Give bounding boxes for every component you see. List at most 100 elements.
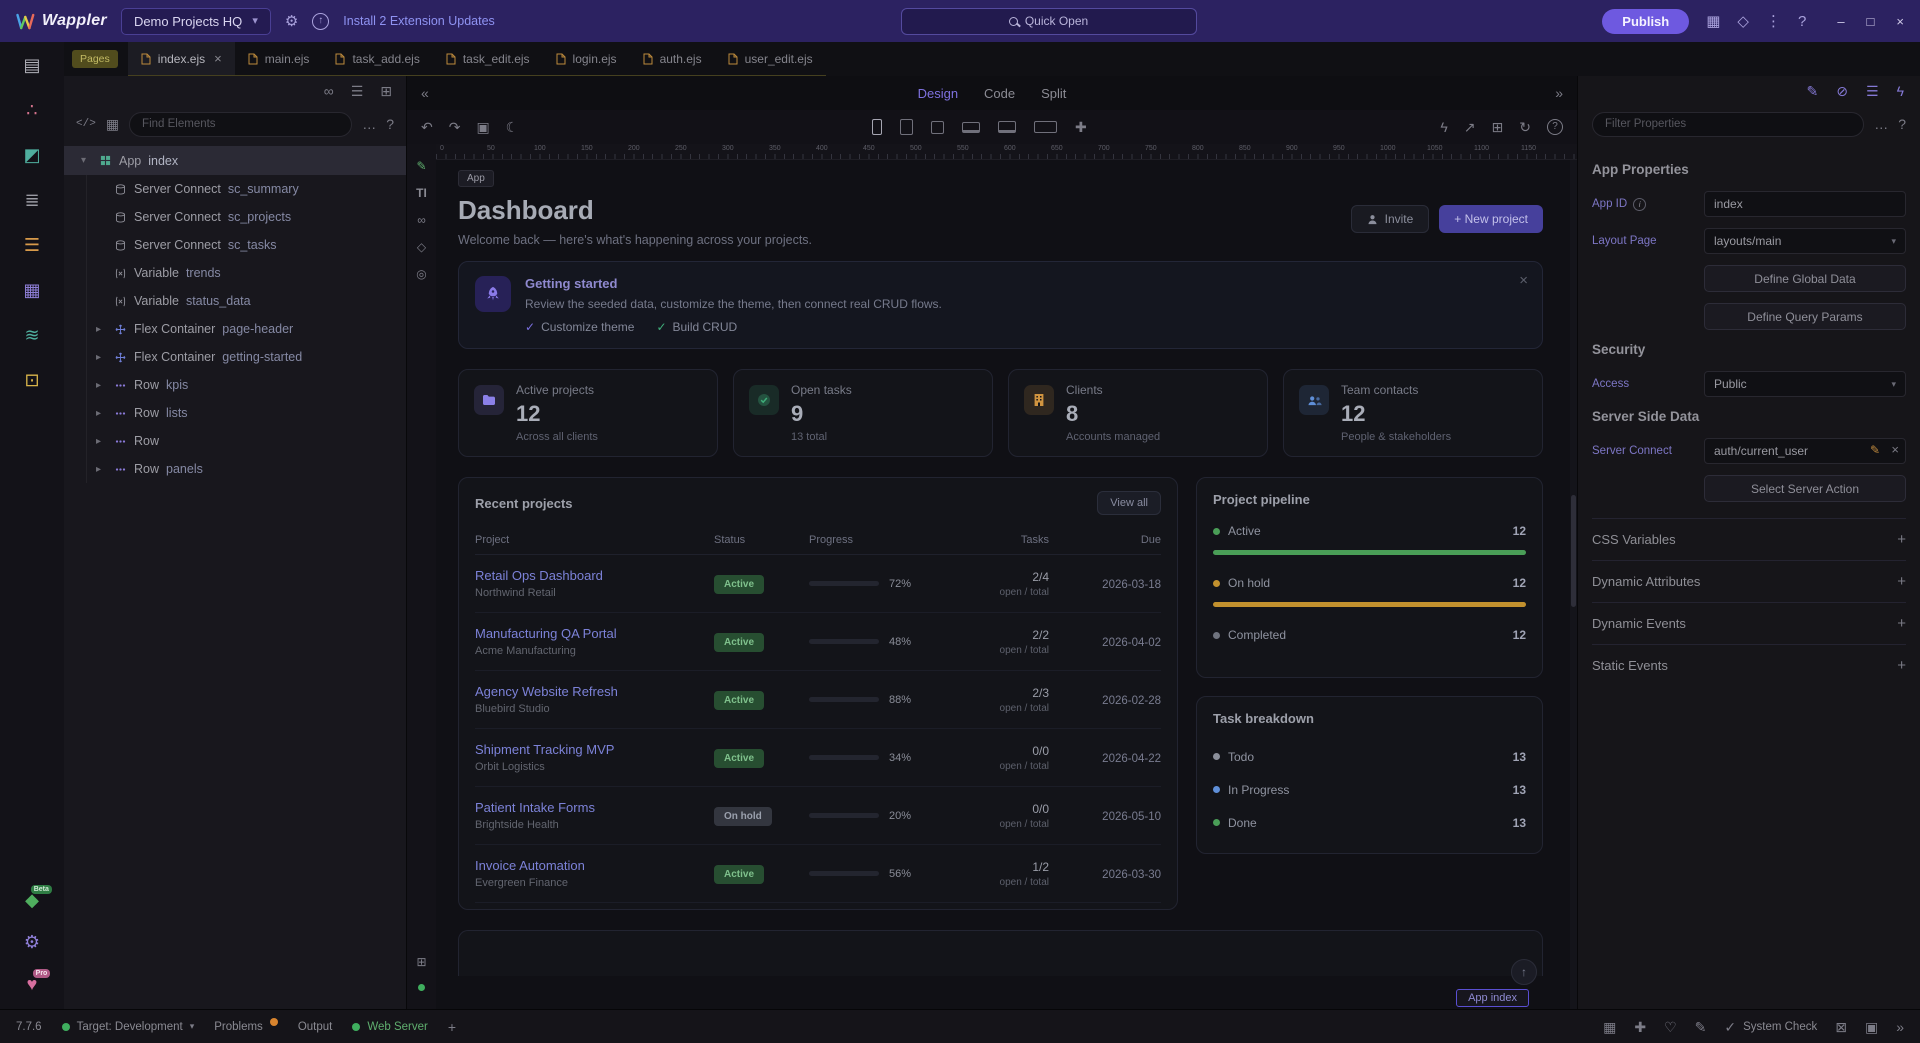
- close-button[interactable]: ×: [1896, 15, 1904, 28]
- quick-open-button[interactable]: Quick Open: [901, 8, 1197, 35]
- layout-columns-icon[interactable]: ▦: [1706, 14, 1720, 29]
- add-panel-icon[interactable]: +: [448, 1020, 456, 1034]
- open-browser-icon[interactable]: ↗: [1464, 120, 1476, 134]
- clean-icon[interactable]: ⊠: [1835, 1020, 1847, 1034]
- style-tool-icon[interactable]: ◇: [417, 241, 426, 253]
- link-tool-icon[interactable]: ∞: [417, 214, 426, 226]
- layers-icon[interactable]: ≋: [24, 326, 39, 344]
- settings-gear-icon[interactable]: ⚙: [285, 14, 298, 29]
- tree-item[interactable]: Server Connect sc_summary: [87, 175, 406, 203]
- chevron-down-icon[interactable]: ▾: [76, 155, 91, 166]
- preferences-icon[interactable]: ⚙: [24, 933, 40, 951]
- layout-page-select[interactable]: layouts/main ▾: [1704, 228, 1906, 254]
- components-icon[interactable]: ◩: [23, 146, 40, 164]
- project-selector[interactable]: Demo Projects HQ ▾: [121, 8, 271, 35]
- git-icon[interactable]: ∴: [26, 101, 37, 119]
- device-phone-icon[interactable]: [872, 119, 882, 135]
- device-laptop-icon[interactable]: [962, 122, 980, 133]
- tab-design[interactable]: Design: [918, 86, 958, 101]
- editor-tab[interactable]: task_add.ejs ×: [322, 42, 432, 75]
- project-row[interactable]: Agency Website Refresh Bluebird Studio A…: [475, 671, 1161, 729]
- filter-properties-input[interactable]: [1592, 112, 1864, 137]
- expand-statusbar-icon[interactable]: »: [1896, 1020, 1904, 1034]
- add-icon[interactable]: +: [1897, 573, 1906, 590]
- property-section-row[interactable]: Dynamic Attributes +: [1592, 560, 1906, 602]
- tree-item[interactable]: ▸ Row kpis: [87, 371, 406, 399]
- refresh-icon[interactable]: ↻: [1519, 120, 1531, 134]
- dynamic-data-icon[interactable]: ϟ: [1440, 120, 1447, 134]
- view-all-button[interactable]: View all: [1097, 491, 1161, 515]
- install-updates-link[interactable]: Install 2 Extension Updates: [343, 14, 494, 28]
- grid-view-icon[interactable]: ⊞: [380, 84, 392, 98]
- select-server-action-button[interactable]: Select Server Action: [1704, 475, 1906, 502]
- more-menu-icon[interactable]: ⋮: [1766, 14, 1781, 29]
- edit-action-icon[interactable]: ✎: [1870, 444, 1880, 456]
- project-row[interactable]: Patient Intake Forms Brightside Health O…: [475, 787, 1161, 845]
- add-icon[interactable]: +: [1897, 615, 1906, 632]
- editor-tab[interactable]: login.ejs ×: [543, 42, 630, 75]
- editor-tab[interactable]: auth.ejs ×: [630, 42, 715, 75]
- info-icon[interactable]: i: [1633, 198, 1646, 211]
- scroll-top-button[interactable]: ↑: [1511, 959, 1537, 985]
- list-view-icon[interactable]: ☰: [351, 84, 364, 98]
- table-view-icon[interactable]: ▦: [106, 117, 119, 131]
- props-help-icon[interactable]: ?: [1898, 117, 1906, 131]
- define-query-params-button[interactable]: Define Query Params: [1704, 303, 1906, 330]
- dark-mode-icon[interactable]: ☾: [506, 120, 519, 134]
- beta-feature-icon[interactable]: ◆ Beta: [25, 891, 39, 909]
- redo-icon[interactable]: ↷: [449, 120, 461, 134]
- app-id-input[interactable]: [1704, 191, 1906, 217]
- minimize-button[interactable]: –: [1837, 15, 1844, 28]
- project-row[interactable]: Shipment Tracking MVP Orbit Logistics Ac…: [475, 729, 1161, 787]
- property-section-row[interactable]: CSS Variables +: [1592, 518, 1906, 560]
- add-icon[interactable]: +: [1897, 657, 1906, 674]
- editor-tab[interactable]: index.ejs ×: [128, 42, 235, 75]
- pro-feature-icon[interactable]: ♥ Pro: [27, 975, 38, 993]
- tab-close-icon[interactable]: ×: [214, 51, 222, 66]
- problems-tab[interactable]: Problems: [214, 1021, 278, 1033]
- edit-properties-icon[interactable]: ✎: [1807, 84, 1819, 98]
- publish-button[interactable]: Publish: [1602, 9, 1689, 34]
- device-monitor-icon[interactable]: [998, 121, 1016, 133]
- database-manager-icon[interactable]: ≣: [24, 191, 39, 209]
- project-link[interactable]: Agency Website Refresh: [475, 684, 714, 699]
- theme-droplet-icon[interactable]: ◇: [1737, 14, 1749, 29]
- ai-assistant-icon[interactable]: ⊡: [24, 371, 39, 389]
- property-section-row[interactable]: Static Events +: [1592, 644, 1906, 686]
- tree-item[interactable]: Server Connect sc_tasks: [87, 231, 406, 259]
- add-icon[interactable]: +: [1897, 531, 1906, 548]
- move-tool-icon[interactable]: ✚: [1634, 1020, 1646, 1034]
- canvas-help-icon[interactable]: ?: [1547, 119, 1563, 135]
- link-elements-icon[interactable]: ∞: [324, 84, 334, 98]
- tree-item[interactable]: Variable status_data: [87, 287, 406, 315]
- tree-item[interactable]: ▸ Row lists: [87, 399, 406, 427]
- property-list-icon[interactable]: ☰: [1866, 84, 1879, 98]
- undo-icon[interactable]: ↶: [421, 120, 433, 134]
- property-section-row[interactable]: Dynamic Events +: [1592, 602, 1906, 644]
- project-row[interactable]: Manufacturing QA Portal Acme Manufacturi…: [475, 613, 1161, 671]
- tab-code[interactable]: Code: [984, 86, 1015, 101]
- output-tab[interactable]: Output: [298, 1021, 333, 1033]
- tree-item[interactable]: Variable trends: [87, 259, 406, 287]
- collapse-left-icon[interactable]: «: [421, 86, 429, 100]
- code-view-icon[interactable]: </>: [76, 119, 96, 130]
- project-link[interactable]: Patient Intake Forms: [475, 800, 714, 815]
- project-link[interactable]: Retail Ops Dashboard: [475, 568, 714, 583]
- find-elements-input[interactable]: [129, 112, 352, 137]
- tree-more-icon[interactable]: …: [362, 117, 376, 131]
- fit-view-icon[interactable]: ✚: [1075, 120, 1087, 134]
- screenshot-icon[interactable]: ▣: [476, 120, 489, 134]
- project-link[interactable]: Manufacturing QA Portal: [475, 626, 714, 641]
- access-select[interactable]: Public ▾: [1704, 371, 1906, 397]
- system-check[interactable]: ✓ System Check: [1724, 1020, 1817, 1034]
- edit-element-icon[interactable]: ✎: [416, 160, 426, 172]
- define-global-data-button[interactable]: Define Global Data: [1704, 265, 1906, 292]
- tree-item[interactable]: ▸ Row panels: [87, 455, 406, 483]
- props-more-icon[interactable]: …: [1874, 117, 1888, 131]
- tab-split[interactable]: Split: [1041, 86, 1066, 101]
- tree-item-app-index[interactable]: ▾ App index: [64, 146, 406, 175]
- pages-panel-icon[interactable]: ▤: [23, 56, 40, 74]
- tree-item[interactable]: ▸ Row: [87, 427, 406, 455]
- help-icon[interactable]: ?: [1798, 14, 1806, 29]
- security-shield-icon[interactable]: ▣: [1865, 1020, 1878, 1034]
